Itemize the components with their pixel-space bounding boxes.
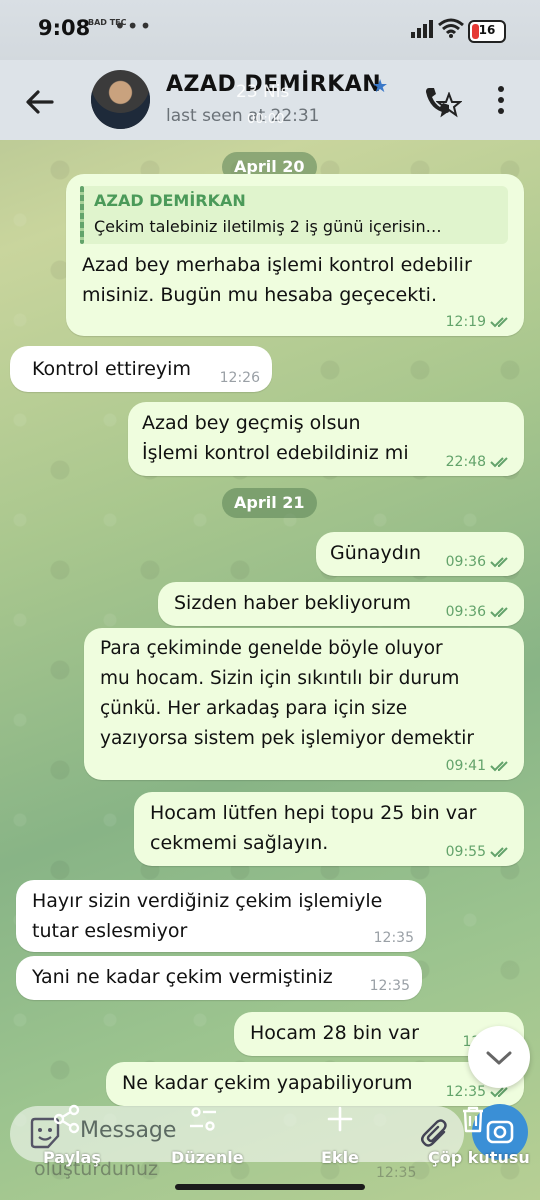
more-icon[interactable] (496, 86, 506, 119)
hidden-message-time: 12:35 (376, 1165, 417, 1181)
message-meta: 09:36 (446, 604, 512, 620)
message-bubble-outgoing[interactable]: Sizden haber bekliyorum 09:36 (158, 582, 524, 626)
message-meta: 12:19 (446, 314, 512, 330)
message-text: Azad bey merhaba işlemi kontrol edebilir… (82, 254, 472, 306)
message-bubble-outgoing[interactable]: Azad bey geçmiş olsun İşlemi kontrol ede… (128, 402, 524, 476)
read-ticks-icon (490, 847, 508, 858)
message-text: Para çekiminde genelde böyle oluyor mu h… (100, 638, 474, 749)
last-seen: last seen at 22:31 (166, 106, 320, 126)
scroll-down-button[interactable] (468, 1026, 530, 1088)
message-text: Ne kadar çekim yapabiliyorum (122, 1072, 413, 1094)
message-text: Sizden haber bekliyorum (174, 592, 411, 614)
edit-icon[interactable] (188, 1104, 218, 1134)
message-bubble-outgoing[interactable]: AZAD DEMİRKAN Çekim talebiniz iletilmiş … (66, 174, 524, 336)
message-time: 12:26 (219, 370, 260, 386)
favorite-star-icon[interactable] (436, 92, 462, 118)
message-text: Azad bey geçmiş olsun İşlemi kontrol ede… (142, 412, 409, 464)
status-extra: ••• (114, 14, 153, 38)
message-text: Günaydın (330, 542, 422, 564)
message-bubble-outgoing[interactable]: Ne kadar çekim yapabiliyorum 12:35 (106, 1062, 524, 1106)
message-time: 12:19 (445, 314, 486, 330)
reply-text: Çekim talebiniz iletilmiş 2 iş günü içer… (94, 217, 442, 236)
message-bubble-incoming[interactable]: Kontrol ettireyim 12:26 (10, 346, 272, 392)
read-ticks-icon (490, 761, 508, 772)
date-separator: April 21 (222, 488, 317, 518)
overlay-time: 00:00 (247, 112, 285, 127)
read-ticks-icon (490, 457, 508, 468)
add-button[interactable]: Ekle (321, 1148, 359, 1167)
message-input[interactable]: Message (80, 1118, 176, 1143)
share-icon[interactable] (52, 1104, 82, 1134)
reply-preview[interactable]: AZAD DEMİRKAN Çekim talebiniz iletilmiş … (80, 186, 508, 244)
message-time: 09:55 (445, 844, 486, 860)
read-ticks-icon (490, 317, 508, 328)
message-text: Hocam lütfen hepi topu 25 bin var cekmem… (150, 802, 477, 854)
message-meta: 12:26 (220, 370, 260, 386)
message-time: 22:48 (445, 454, 486, 470)
trash-button[interactable]: Çöp kutusu (428, 1148, 530, 1167)
chat-header: AZAD DEMİRKAN ★ last seen at 22:31 23 Ni… (0, 60, 540, 140)
message-text: Yani ne kadar çekim vermiştiniz (32, 966, 333, 988)
back-arrow-icon[interactable] (22, 84, 58, 120)
battery-level: 16 (478, 23, 496, 37)
attach-icon[interactable] (420, 1118, 452, 1152)
message-meta: 22:48 (446, 454, 512, 470)
message-time: 09:36 (445, 554, 486, 570)
overlay-date: 23 Nis (236, 82, 290, 102)
plus-icon[interactable] (325, 1104, 355, 1134)
message-text: Hayır sizin verdiğiniz çekim işlemiyle t… (32, 890, 383, 942)
battery-icon: 16 (468, 20, 506, 43)
message-meta: 09:55 (446, 844, 512, 860)
trash-icon[interactable] (458, 1104, 488, 1134)
signal-icon (411, 20, 433, 38)
message-meta: 12:35 (374, 930, 414, 946)
message-text: Hocam 28 bin var (250, 1022, 419, 1044)
message-bubble-incoming[interactable]: Yani ne kadar çekim vermiştiniz 12:35 (16, 956, 422, 1000)
message-time: 09:41 (445, 758, 486, 774)
message-bubble-outgoing[interactable]: Para çekiminde genelde böyle oluyor mu h… (84, 628, 524, 780)
message-time: 12:35 (373, 930, 414, 946)
message-time: 09:36 (445, 604, 486, 620)
message-time: 12:35 (369, 978, 410, 994)
read-ticks-icon (490, 557, 508, 568)
status-bar: 9:08 BAD TEC ••• 16 (0, 0, 540, 60)
message-bubble-outgoing[interactable]: Günaydın 09:36 (316, 532, 524, 576)
message-meta: 09:36 (446, 554, 512, 570)
message-text: Kontrol ettireyim (32, 358, 191, 380)
star-icon: ★ (372, 76, 389, 97)
message-bubble-incoming[interactable]: Hayır sizin verdiğiniz çekim işlemiyle t… (16, 880, 426, 952)
home-indicator (175, 1184, 365, 1190)
wifi-icon (438, 18, 464, 38)
avatar[interactable] (91, 70, 150, 129)
message-meta: 09:41 (446, 758, 512, 774)
message-bubble-outgoing[interactable]: Hocam lütfen hepi topu 25 bin var cekmem… (134, 792, 524, 866)
edit-button[interactable]: Düzenle (171, 1148, 244, 1167)
read-ticks-icon (490, 607, 508, 618)
message-meta: 12:35 (370, 978, 410, 994)
chevron-down-icon (486, 1051, 512, 1065)
status-time: 9:08 (38, 16, 91, 40)
reply-author: AZAD DEMİRKAN (94, 191, 246, 210)
share-button[interactable]: Paylaş (43, 1148, 101, 1167)
